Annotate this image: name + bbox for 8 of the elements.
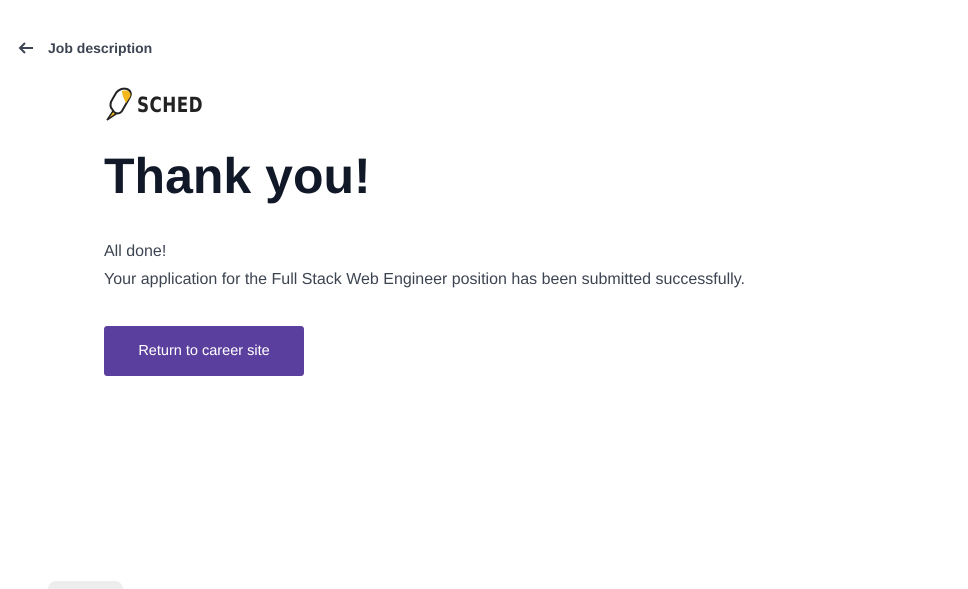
- page-heading: Thank you!: [104, 149, 371, 204]
- message-text: Your application for the Full Stack Web Engineer position has been submitted successfully.: [104, 270, 745, 290]
- message-text: All done!: [104, 242, 168, 262]
- back-link[interactable]: Job description: [18, 40, 152, 56]
- return-button[interactable]: Return to career site: [104, 326, 304, 376]
- back-arrow-icon: [18, 41, 34, 55]
- rocket-logo-icon: [104, 87, 134, 123]
- logo-wordmark: SCHED: [137, 93, 203, 117]
